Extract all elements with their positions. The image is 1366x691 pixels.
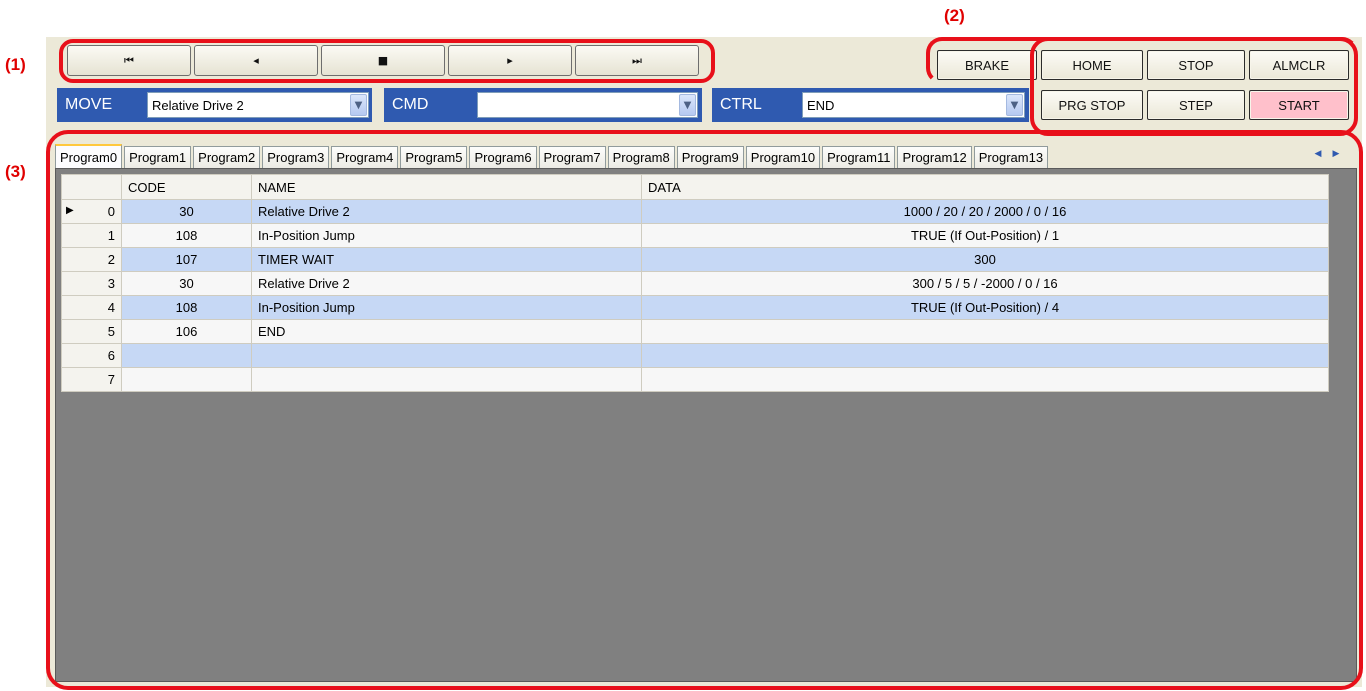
callout-label-3: (3): [5, 162, 26, 181]
highlight-box-control-top: [926, 37, 1358, 84]
highlight-box-navigation: [59, 39, 715, 83]
cmd-combobox[interactable]: ▼: [477, 92, 698, 118]
callout-label-1: (1): [5, 55, 26, 74]
chevron-down-icon[interactable]: ▼: [679, 94, 696, 116]
callout-label-2: (2): [944, 6, 965, 25]
move-combobox[interactable]: Relative Drive 2 ▼: [147, 92, 369, 118]
chevron-down-icon[interactable]: ▼: [350, 94, 367, 116]
ctrl-combobox-value: END: [807, 97, 835, 113]
move-combobox-value: Relative Drive 2: [152, 97, 244, 113]
ctrl-combobox[interactable]: END ▼: [802, 92, 1025, 118]
chevron-down-icon[interactable]: ▼: [1006, 94, 1023, 116]
highlight-box-program-grid: [46, 130, 1363, 690]
